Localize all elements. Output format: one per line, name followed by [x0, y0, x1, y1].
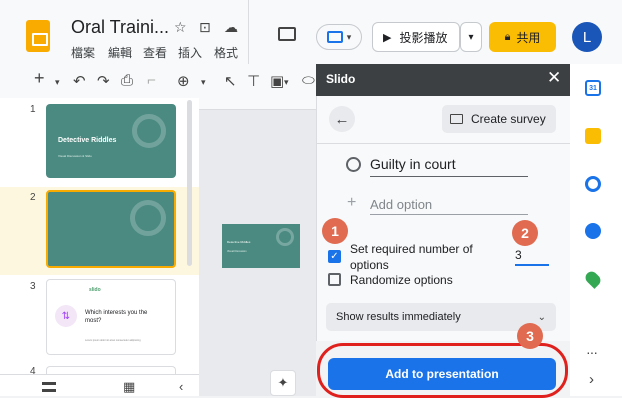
- annotation-badge-1: 1: [322, 218, 348, 244]
- folder-icon: [450, 114, 463, 124]
- calendar-icon[interactable]: 31: [585, 80, 601, 96]
- ruler: [199, 98, 316, 110]
- randomize-label: Randomize options: [350, 273, 453, 287]
- cloud-status-icon: ☁: [224, 19, 238, 35]
- slide-thumbnail-1[interactable]: Detective Riddles Visual Discussion & Sl…: [46, 104, 176, 178]
- shape-icon[interactable]: ⬭: [302, 72, 315, 89]
- tasks-icon[interactable]: [585, 176, 601, 192]
- show-results-label: Show results immediately: [336, 311, 461, 323]
- slides-logo-icon[interactable]: [26, 20, 50, 52]
- highlight-callout: [317, 343, 568, 398]
- slide-caption: Lorem ipsum dolor sit amet consectetur a…: [85, 339, 141, 342]
- keep-icon[interactable]: [585, 128, 601, 144]
- document-title[interactable]: Oral Traini...: [71, 17, 169, 38]
- add-option-underline: [370, 214, 528, 215]
- comments-icon[interactable]: [278, 27, 296, 41]
- share-button[interactable]: 🔒︎ 共用: [489, 22, 556, 52]
- canvas-title: Detective Riddles: [227, 240, 251, 244]
- text-box-icon[interactable]: ⊤: [247, 72, 260, 90]
- required-checkbox[interactable]: ✓: [328, 250, 341, 263]
- divider: [248, 0, 249, 64]
- zoom-icon[interactable]: ⊕: [177, 72, 190, 90]
- panel-title: Slido: [326, 72, 356, 86]
- slide-thumbnail-4[interactable]: [46, 366, 176, 374]
- option-text[interactable]: Guilty in court: [370, 156, 456, 172]
- slideshow-label: 投影播放: [399, 30, 448, 45]
- decorative-circle: [130, 200, 166, 236]
- slideshow-button[interactable]: ▶ 投影播放: [372, 22, 460, 52]
- annotation-badge-2: 2: [512, 220, 538, 246]
- upload-icon: [326, 31, 343, 43]
- slide-number: 3: [30, 281, 36, 292]
- slide-thumbnail-3[interactable]: slido ⇅ Which interests you the most? Lo…: [46, 279, 176, 355]
- slide-canvas[interactable]: Detective Riddles Visual Discussion: [222, 224, 300, 268]
- slido-logo: slido: [89, 287, 101, 293]
- play-icon: ▶: [383, 31, 392, 44]
- back-arrow-icon[interactable]: ←: [329, 106, 355, 132]
- present-slido-button[interactable]: ▾: [316, 24, 362, 50]
- slide-number: 2: [30, 192, 36, 203]
- collapse-panel-icon[interactable]: ‹: [179, 379, 183, 394]
- divider: [316, 143, 570, 144]
- menu-view[interactable]: 查看: [143, 44, 167, 61]
- explore-icon[interactable]: ✦: [270, 370, 296, 396]
- chevron-down-icon[interactable]: ▾: [55, 77, 60, 88]
- create-survey-button[interactable]: Create survey: [442, 105, 556, 133]
- undo-icon[interactable]: ↶: [73, 72, 86, 90]
- select-cursor-icon[interactable]: ↖: [224, 72, 237, 90]
- close-icon[interactable]: ✕: [547, 68, 561, 88]
- slide-subtitle: Visual Discussion & Slido: [58, 154, 92, 158]
- chevron-down-icon: ⌄: [537, 311, 546, 323]
- contacts-icon[interactable]: [585, 223, 601, 239]
- toolbar: [0, 64, 316, 98]
- required-label: Set required number of options: [350, 242, 473, 272]
- slide-number: 1: [30, 104, 36, 115]
- menu-edit[interactable]: 編輯: [108, 44, 132, 61]
- menu-file[interactable]: 檔案: [71, 44, 95, 61]
- paint-format-icon[interactable]: ⌐: [147, 72, 156, 89]
- more-icon[interactable]: ···: [586, 344, 598, 360]
- filmstrip-footer: [0, 374, 199, 396]
- slide-question: Which interests you the most?: [85, 310, 148, 324]
- decorative-circle: [276, 228, 294, 246]
- chevron-down-icon[interactable]: ▾: [201, 77, 206, 88]
- grid-view-icon[interactable]: ▦: [123, 379, 135, 395]
- menu-insert[interactable]: 插入: [178, 44, 202, 61]
- avatar[interactable]: L: [572, 22, 602, 52]
- slideshow-options-button[interactable]: ▾: [460, 22, 482, 52]
- star-icon[interactable]: ☆: [174, 19, 187, 36]
- randomize-checkbox[interactable]: [328, 273, 341, 286]
- create-survey-label: Create survey: [471, 112, 546, 126]
- redo-icon[interactable]: ↷: [97, 72, 110, 90]
- slide-thumbnail-2[interactable]: [46, 190, 176, 268]
- decorative-circle: [132, 114, 166, 148]
- image-icon[interactable]: ▣: [270, 72, 284, 90]
- annotation-badge-3: 3: [517, 323, 543, 349]
- lock-icon: 🔒︎: [504, 30, 511, 43]
- print-icon[interactable]: ⎙: [121, 72, 133, 89]
- ranking-icon: ⇅: [55, 305, 77, 327]
- chevron-down-icon: ▾: [346, 31, 352, 42]
- required-number-input[interactable]: 3: [515, 248, 549, 266]
- slide-title: Detective Riddles: [58, 137, 117, 144]
- menu-format[interactable]: 格式: [214, 44, 238, 61]
- new-slide-icon[interactable]: +: [34, 68, 45, 89]
- filmstrip-scrollbar[interactable]: [187, 100, 192, 266]
- option-underline: [370, 176, 528, 177]
- add-option-plus-icon[interactable]: +: [347, 194, 356, 212]
- expand-rail-icon[interactable]: ›: [589, 371, 594, 388]
- canvas-subtitle: Visual Discussion: [227, 250, 247, 253]
- chevron-down-icon[interactable]: ▾: [284, 77, 289, 88]
- list-view-icon[interactable]: [42, 382, 56, 392]
- option-radio[interactable]: [346, 157, 361, 172]
- share-label: 共用: [516, 30, 541, 45]
- add-option-input[interactable]: Add option: [370, 197, 432, 212]
- move-folder-icon[interactable]: ⊡: [199, 19, 211, 36]
